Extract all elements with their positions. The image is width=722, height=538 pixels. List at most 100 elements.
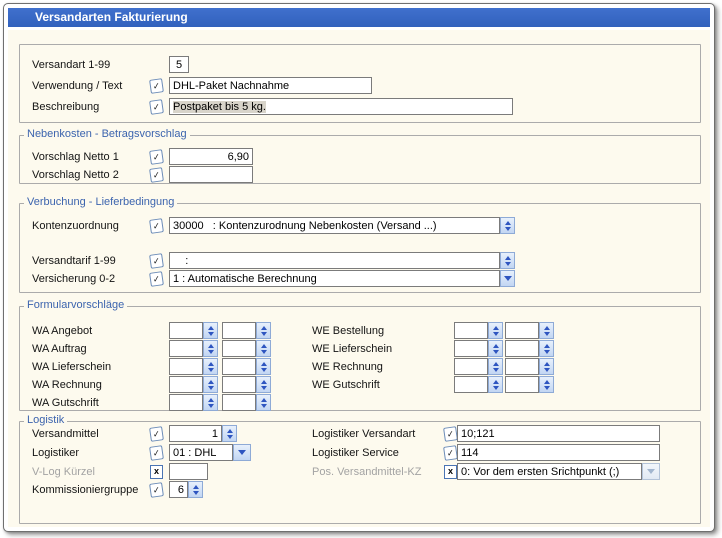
we-bestellung-spinner-2[interactable] xyxy=(539,322,554,339)
versandmittel-input[interactable]: 1 xyxy=(169,425,222,442)
kommissioniergruppe-input[interactable]: 6 xyxy=(169,481,188,498)
note-check-icon[interactable]: ✓ xyxy=(149,445,164,461)
logistiker-versandart-label: Logistiker Versandart xyxy=(312,428,415,440)
wa-gutschrift-input-2[interactable] xyxy=(222,394,256,411)
wa-angebot-input-1[interactable] xyxy=(169,322,203,339)
we-bestellung-spinner-1[interactable] xyxy=(488,322,503,339)
note-check-icon[interactable]: ✓ xyxy=(149,99,164,115)
versicherung-label: Versicherung 0-2 xyxy=(32,273,150,285)
wa-gutschrift-spinner-2[interactable] xyxy=(256,394,271,411)
arrow-down-icon xyxy=(493,332,499,336)
arrow-up-icon xyxy=(208,362,214,366)
wa-auftrag-input-1[interactable] xyxy=(169,340,203,357)
vlog-kuerzel-input[interactable] xyxy=(169,463,208,480)
form-content: Versandart 1-99 5 Verwendung / Text ✓ DH… xyxy=(8,30,710,527)
arrow-down-icon xyxy=(493,386,499,390)
we-gutschrift-spinner-1[interactable] xyxy=(488,376,503,393)
netto1-input[interactable]: 6,90 xyxy=(169,148,253,165)
row-verwendung: Verwendung / Text ✓ DHL-Paket Nachnahme xyxy=(32,77,690,94)
versandtarif-spinner-button[interactable] xyxy=(500,252,515,269)
chevron-down-icon xyxy=(504,276,512,281)
wa-angebot-spinner-1[interactable] xyxy=(203,322,218,339)
verwendung-input[interactable]: DHL-Paket Nachnahme xyxy=(169,77,372,94)
note-check-icon[interactable]: ✓ xyxy=(149,149,164,165)
we-rechnung-input-1[interactable] xyxy=(454,358,488,375)
kontenzuordnung-input[interactable]: 30000 : Kontenzurodnung Nebenkosten (Ver… xyxy=(169,217,500,234)
vlog-kuerzel-label: V-Log Kürzel xyxy=(32,466,150,478)
wa-rechnung-input-1[interactable] xyxy=(169,376,203,393)
note-check-icon[interactable]: ✓ xyxy=(149,253,164,269)
kommissioniergruppe-spinner-button[interactable] xyxy=(188,481,203,498)
wa-gutschrift-label: WA Gutschrift xyxy=(32,397,169,409)
arrow-down-icon xyxy=(261,386,267,390)
wa-auftrag-input-2[interactable] xyxy=(222,340,256,357)
note-check-icon[interactable]: ✓ xyxy=(149,218,164,234)
wa-lieferschein-input-2[interactable] xyxy=(222,358,256,375)
wa-rechnung-spinner-2[interactable] xyxy=(256,376,271,393)
arrow-down-icon xyxy=(544,386,550,390)
wa-gutschrift-input-1[interactable] xyxy=(169,394,203,411)
logistiker-service-input[interactable]: 114 xyxy=(457,444,660,461)
we-rechnung-spinner-2[interactable] xyxy=(539,358,554,375)
kontenzuordnung-spinner-button[interactable] xyxy=(500,217,515,234)
we-gutschrift-spinner-2[interactable] xyxy=(539,376,554,393)
we-lieferschein-spinner-2[interactable] xyxy=(539,340,554,357)
we-rechnung-input-2[interactable] xyxy=(505,358,539,375)
note-check-icon[interactable]: ✓ xyxy=(149,271,164,287)
pos-versandmittel-kz-select[interactable]: 0: Vor dem ersten Srichtpunkt (;) xyxy=(457,463,642,480)
we-gutschrift-input-1[interactable] xyxy=(454,376,488,393)
wa-lieferschein-input-1[interactable] xyxy=(169,358,203,375)
arrow-down-icon xyxy=(505,227,511,231)
versandmittel-spinner-button[interactable] xyxy=(222,425,237,442)
versicherung-dropdown-button[interactable] xyxy=(500,270,515,287)
wa-rechnung-input-2[interactable] xyxy=(222,376,256,393)
wa-rechnung-spinner-1[interactable] xyxy=(203,376,218,393)
versicherung-select[interactable]: 1 : Automatische Berechnung xyxy=(169,270,500,287)
we-bestellung-input-2[interactable] xyxy=(505,322,539,339)
we-lieferschein-spinner-1[interactable] xyxy=(488,340,503,357)
wa-lieferschein-spinner-2[interactable] xyxy=(256,358,271,375)
page: Versandarten Fakturierung Versandart 1-9… xyxy=(0,0,722,538)
we-bestellung-input-1[interactable] xyxy=(454,322,488,339)
row-formular-1: WA Angebot WE Bestellung xyxy=(32,322,690,339)
note-check-icon[interactable]: ✓ xyxy=(149,426,164,442)
note-check-icon[interactable]: ✓ xyxy=(149,167,164,183)
row-versandmittel: Versandmittel ✓ 1 Logistiker Versandart … xyxy=(32,425,690,442)
note-check-icon[interactable]: ✓ xyxy=(443,426,458,442)
arrow-down-icon xyxy=(208,368,214,372)
we-gutschrift-input-2[interactable] xyxy=(505,376,539,393)
arrow-up-icon xyxy=(261,326,267,330)
logistiker-label: Logistiker xyxy=(32,447,150,459)
arrow-down-icon xyxy=(193,491,199,495)
arrow-down-icon xyxy=(261,350,267,354)
arrow-up-icon xyxy=(261,344,267,348)
note-check-icon[interactable]: ✓ xyxy=(149,482,164,498)
wa-angebot-input-2[interactable] xyxy=(222,322,256,339)
logistiker-select[interactable]: 01 : DHL xyxy=(169,444,233,461)
note-check-icon[interactable]: ✓ xyxy=(149,78,164,94)
netto2-input[interactable] xyxy=(169,166,253,183)
logistiker-versandart-input[interactable]: 10;121 xyxy=(457,425,660,442)
logistiker-dropdown-button[interactable] xyxy=(233,444,251,461)
arrow-up-icon xyxy=(493,380,499,384)
pos-versandmittel-kz-dropdown-button xyxy=(642,463,660,480)
wa-angebot-spinner-2[interactable] xyxy=(256,322,271,339)
arrow-up-icon xyxy=(544,326,550,330)
versandtarif-input[interactable]: : xyxy=(169,252,500,269)
we-lieferschein-input-1[interactable] xyxy=(454,340,488,357)
arrow-up-icon xyxy=(208,398,214,402)
group-logistik: Logistik Versandmittel ✓ 1 Logistiker Ve… xyxy=(19,421,701,524)
beschreibung-input[interactable]: Postpaket bis 5 kg. xyxy=(169,98,513,115)
we-lieferschein-input-2[interactable] xyxy=(505,340,539,357)
wa-gutschrift-spinner-1[interactable] xyxy=(203,394,218,411)
wa-auftrag-spinner-2[interactable] xyxy=(256,340,271,357)
x-icon[interactable]: x xyxy=(444,465,457,479)
wa-auftrag-spinner-1[interactable] xyxy=(203,340,218,357)
chevron-down-icon xyxy=(647,469,655,474)
wa-lieferschein-spinner-1[interactable] xyxy=(203,358,218,375)
note-check-icon[interactable]: ✓ xyxy=(443,445,458,461)
x-icon[interactable]: x xyxy=(150,465,163,479)
versandart-input[interactable]: 5 xyxy=(169,56,189,73)
wa-auftrag-label: WA Auftrag xyxy=(32,343,169,355)
we-rechnung-spinner-1[interactable] xyxy=(488,358,503,375)
